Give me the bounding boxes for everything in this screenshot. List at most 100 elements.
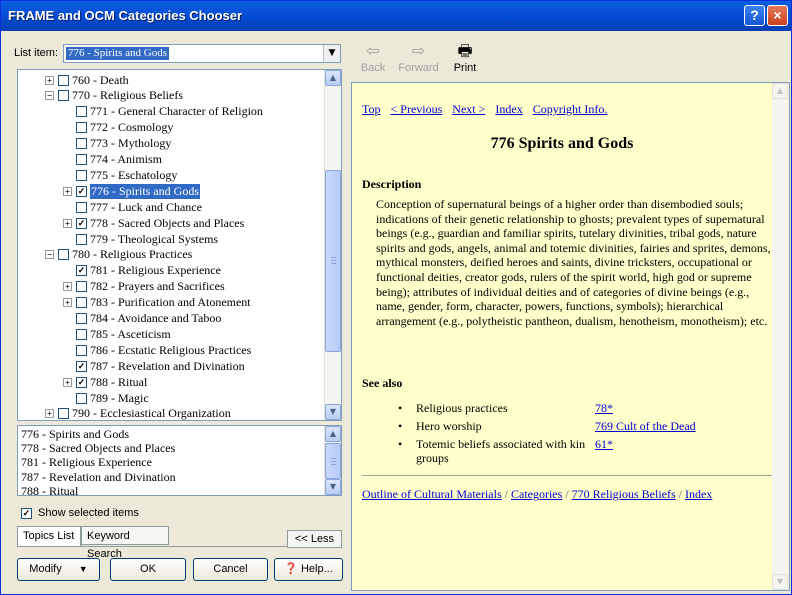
tree-checkbox[interactable] [58, 90, 69, 102]
nav-index-link[interactable]: Index [495, 102, 522, 116]
tree-item[interactable]: +760 - Death [45, 72, 129, 88]
tree-item[interactable]: +783 - Purification and Atonement [63, 295, 251, 311]
tree-item[interactable]: 773 - Mythology [63, 136, 171, 152]
scroll-down-icon[interactable]: ▼ [325, 404, 341, 420]
tree-checkbox[interactable] [58, 249, 69, 261]
tree-item[interactable]: ✓ 781 - Religious Experience [63, 263, 221, 279]
tree-checkbox[interactable] [58, 408, 69, 420]
selected-list-scrollbar[interactable]: ▲ ▼ [324, 426, 341, 495]
footer-link-religious-beliefs[interactable]: 770 Religious Beliefs [572, 487, 676, 501]
tree-checkbox[interactable] [76, 106, 87, 118]
cancel-button[interactable]: Cancel [193, 558, 268, 581]
tree-checkbox[interactable] [76, 154, 87, 165]
help-button[interactable]: ❓ Help... [274, 558, 343, 581]
tree-checkbox[interactable] [76, 297, 87, 309]
footer-link-ocm[interactable]: Outline of Cultural Materials [362, 487, 502, 501]
tree-checkbox[interactable] [76, 138, 87, 150]
tree-item[interactable]: + ✓ 778 - Sacred Objects and Places [63, 215, 244, 231]
tree-item[interactable]: +782 - Prayers and Sacrifices [63, 279, 225, 295]
show-selected-checkbox[interactable]: ✓ Show selected items [21, 507, 139, 519]
expand-icon[interactable]: + [63, 218, 72, 228]
tree-scrollbar[interactable]: ▲ ▼ [324, 70, 341, 420]
tree-checkbox[interactable] [76, 233, 87, 245]
footer-link-categories[interactable]: Categories [511, 487, 562, 501]
tab-keyword-search[interactable]: Keyword Search [81, 526, 169, 560]
tree-checkbox[interactable] [76, 344, 87, 356]
tree-item[interactable]: + ✓ 776 - Spirits and Gods [63, 183, 200, 199]
tree-item[interactable]: 777 - Luck and Chance [63, 199, 202, 215]
see-also-link[interactable]: 78* [595, 401, 613, 416]
scroll-up-icon[interactable]: ▲ [325, 426, 341, 442]
forward-button[interactable]: ⇨ Forward [396, 42, 441, 74]
see-also-link[interactable]: 769 Cult of the Dead [595, 419, 696, 434]
checkbox[interactable]: ✓ [21, 507, 32, 519]
nav-next-link[interactable]: Next > [452, 102, 485, 116]
tree-item[interactable]: 779 - Theological Systems [63, 231, 218, 247]
scroll-thumb[interactable] [325, 443, 341, 479]
tree-item[interactable]: 771 - General Character of Religion [63, 104, 263, 120]
expand-icon[interactable]: + [63, 298, 72, 308]
tree-checkbox[interactable]: ✓ [76, 376, 87, 388]
list-item[interactable]: 778 - Sacred Objects and Places [21, 441, 175, 456]
tab-topics-list[interactable]: Topics List [17, 526, 81, 546]
modify-button[interactable]: Modify ▼ [17, 558, 100, 581]
less-button[interactable]: << Less [287, 530, 342, 548]
tree-checkbox[interactable] [76, 392, 87, 404]
expand-icon[interactable]: + [45, 409, 54, 419]
tree-item[interactable]: 785 - Asceticism [63, 326, 171, 342]
tree-item[interactable]: 775 - Eschatology [63, 167, 177, 183]
tree-item[interactable]: 774 - Animism [63, 152, 162, 168]
expand-icon[interactable]: + [45, 75, 54, 85]
tree-item[interactable]: 789 - Magic [63, 390, 149, 406]
nav-previous-link[interactable]: < Previous [391, 102, 443, 116]
print-button[interactable]: 🖶 Print [451, 42, 479, 74]
expand-icon[interactable]: + [63, 377, 72, 387]
list-item-combobox[interactable]: 776 - Spirits and Gods ▼ [63, 44, 341, 63]
tree-checkbox[interactable] [76, 201, 87, 213]
nav-copyright-link[interactable]: Copyright Info. [533, 102, 608, 116]
scroll-down-icon[interactable]: ▼ [772, 574, 788, 590]
tree-checkbox[interactable] [76, 328, 87, 340]
tree-checkbox[interactable] [76, 313, 87, 324]
collapse-icon[interactable]: − [45, 250, 54, 260]
tree-checkbox[interactable] [58, 74, 69, 86]
tree-checkbox[interactable]: ✓ [76, 360, 87, 372]
selected-items-list[interactable]: ▲ ▼ 776 - Spirits and Gods 778 - Sacred O… [17, 425, 342, 496]
expand-icon[interactable]: + [63, 186, 72, 196]
content-scrollbar[interactable]: ▲ ▼ [772, 83, 789, 590]
list-item[interactable]: 776 - Spirits and Gods [21, 427, 129, 442]
collapse-icon[interactable]: − [45, 91, 54, 101]
tree-item[interactable]: 772 - Cosmology [63, 120, 173, 136]
list-item[interactable]: 787 - Revelation and Divination [21, 470, 176, 485]
nav-top-link[interactable]: Top [362, 102, 381, 116]
back-button[interactable]: ⇦ Back [359, 42, 387, 74]
close-button[interactable]: × [767, 5, 788, 26]
scroll-up-icon[interactable]: ▲ [325, 70, 341, 86]
tree-checkbox[interactable] [76, 122, 87, 134]
scroll-down-icon[interactable]: ▼ [325, 479, 341, 495]
tree-item[interactable]: − 770 - Religious Beliefs [45, 88, 183, 104]
tree-checkbox[interactable] [76, 169, 87, 181]
tree-item[interactable]: +790 - Ecclesiastical Organization [45, 406, 231, 420]
list-item[interactable]: 781 - Religious Experience [21, 455, 152, 470]
category-tree[interactable]: ▲ ▼ +760 - Death − 770 - Religious Beliefs… [17, 69, 342, 421]
scroll-thumb[interactable] [325, 170, 341, 352]
tree-item[interactable]: − 780 - Religious Practices [45, 247, 192, 263]
tree-item[interactable]: ✓ 787 - Revelation and Divination [63, 358, 245, 374]
list-item[interactable]: 788 - Ritual [21, 484, 78, 495]
tree-checkbox[interactable]: ✓ [76, 217, 87, 229]
tree-item[interactable]: + ✓ 788 - Ritual [63, 374, 147, 390]
ok-button[interactable]: OK [110, 558, 186, 581]
expand-icon[interactable]: + [63, 282, 72, 292]
title-bar[interactable]: FRAME and OCM Categories Chooser ? × [1, 1, 791, 31]
see-also-link[interactable]: 61* [595, 437, 613, 465]
tree-checkbox[interactable]: ✓ [76, 265, 87, 277]
chevron-down-icon[interactable]: ▼ [323, 45, 340, 62]
tree-item[interactable]: 784 - Avoidance and Taboo [63, 311, 221, 327]
help-title-button[interactable]: ? [744, 5, 765, 26]
tree-item[interactable]: 786 - Ecstatic Religious Practices [63, 342, 251, 358]
tree-checkbox[interactable] [76, 281, 87, 293]
scroll-up-icon[interactable]: ▲ [772, 83, 788, 99]
tree-checkbox[interactable]: ✓ [76, 185, 87, 197]
footer-link-index[interactable]: Index [685, 487, 712, 501]
